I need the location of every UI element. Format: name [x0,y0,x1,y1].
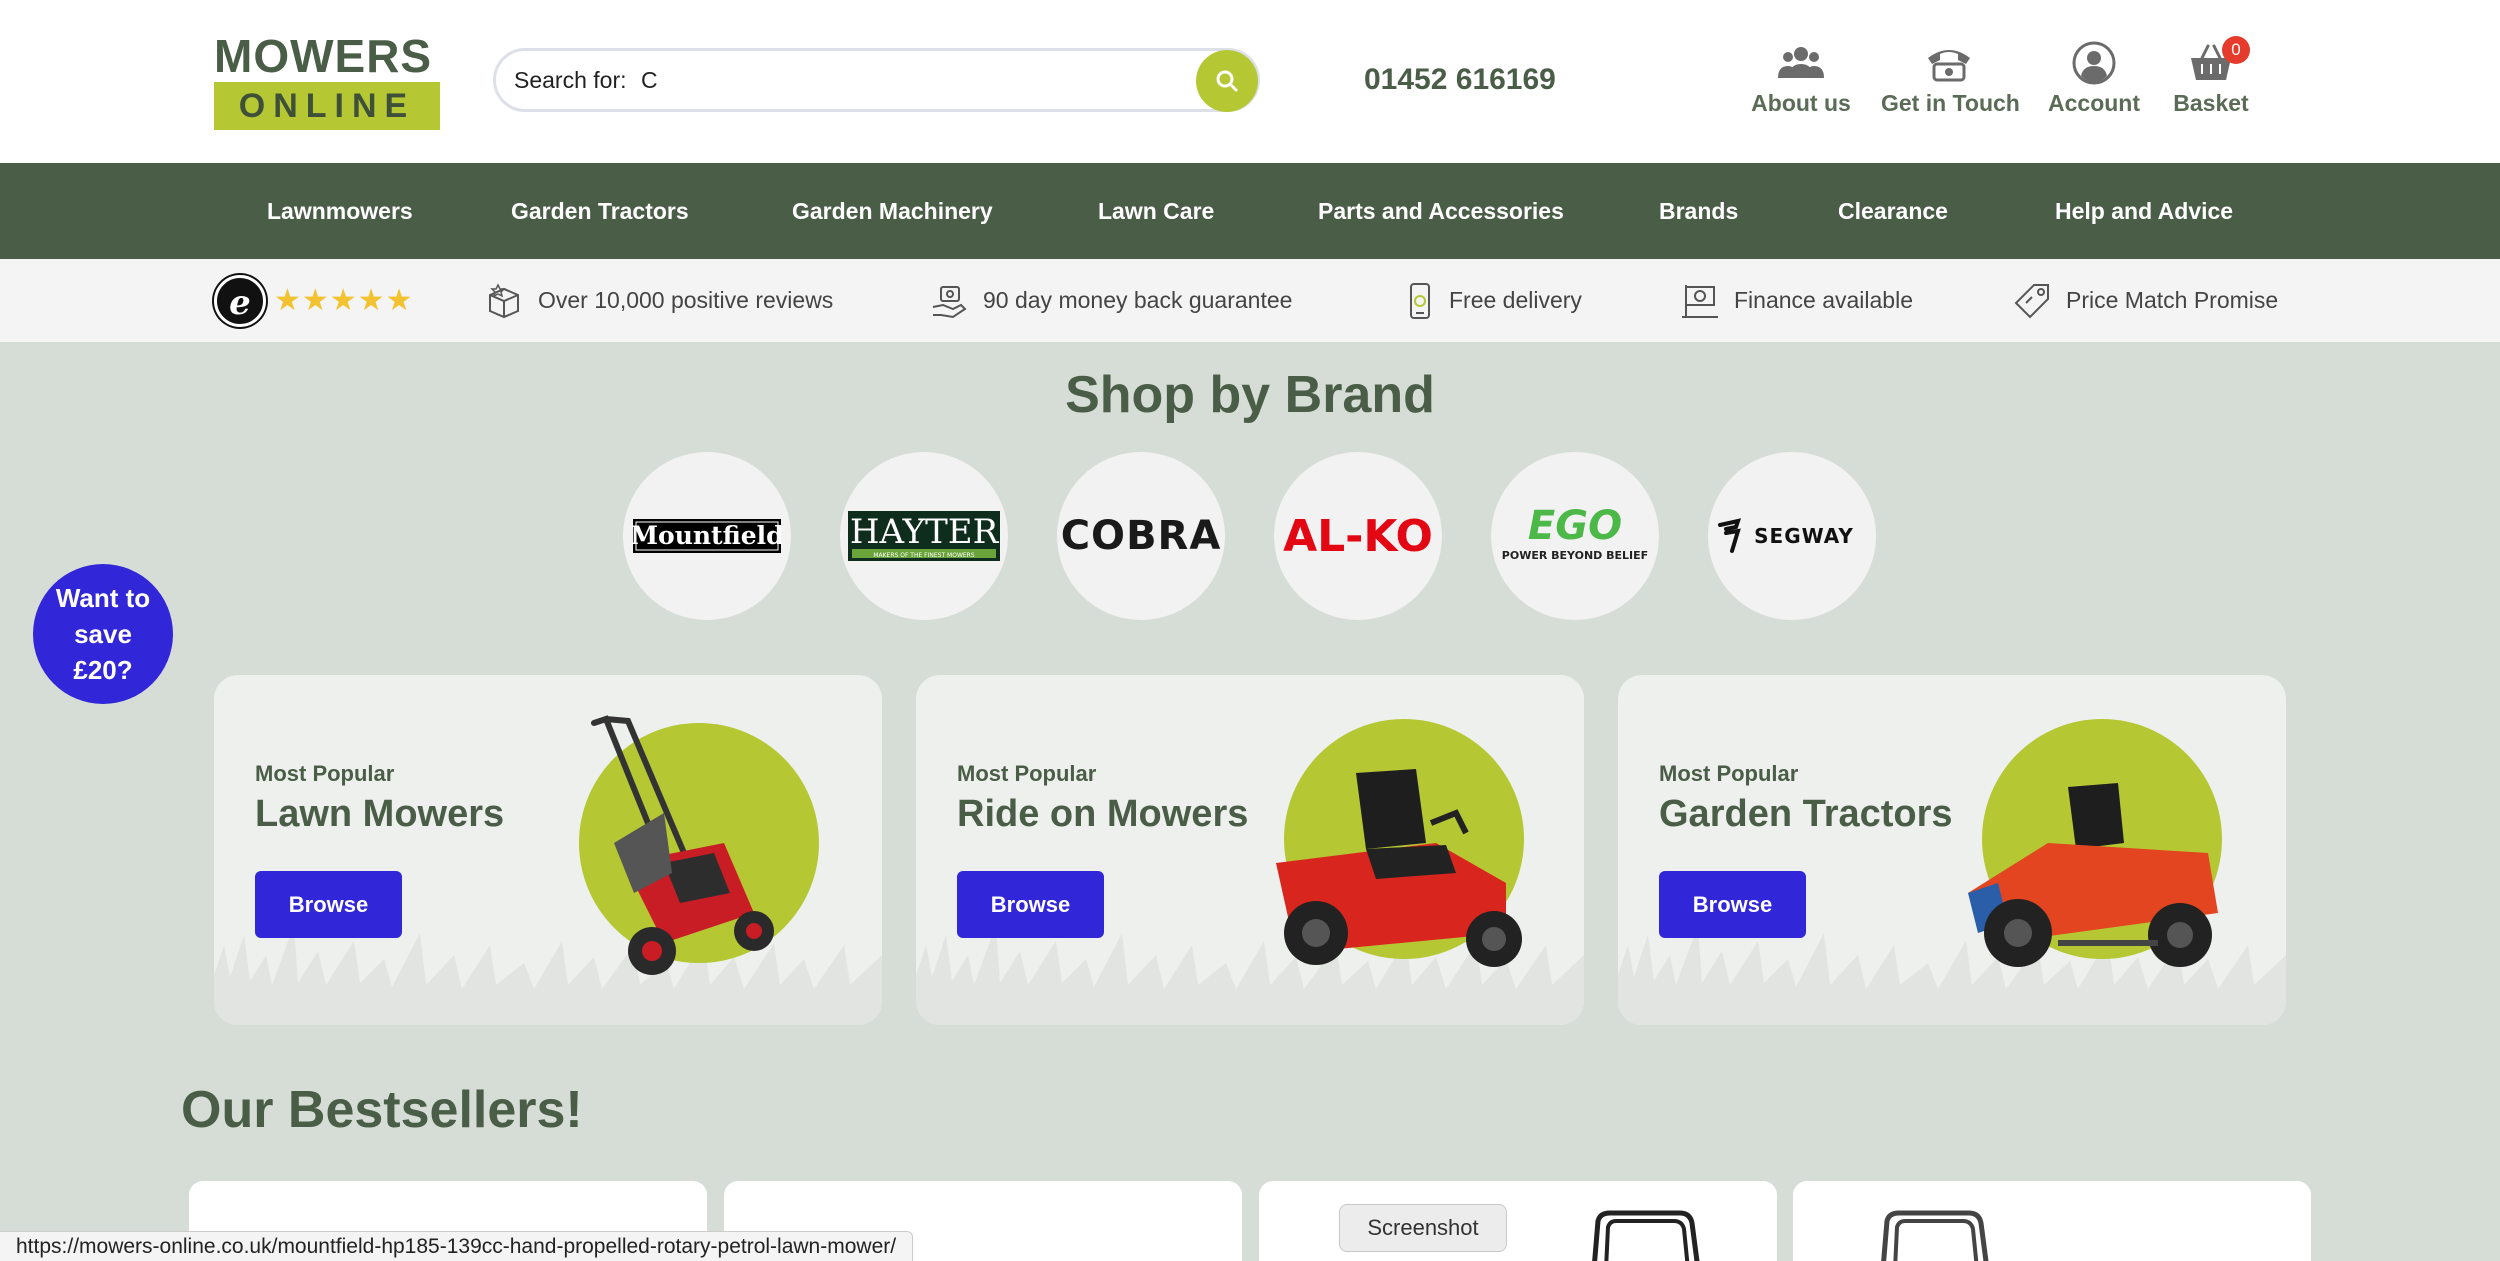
segway-logo: SEGWAY [1718,518,1854,553]
brand-ego[interactable]: EGO POWER BEYOND BELIEF [1491,452,1659,620]
site-logo[interactable]: MOWERS ONLINE [214,32,440,130]
usp-delivery: Free delivery [1405,259,1582,342]
segway-wordmark: SEGWAY [1754,524,1854,548]
category-card-ride-on-mowers[interactable]: Most Popular Ride on Mowers Browse [916,675,1584,1025]
browse-button[interactable]: Browse [957,871,1104,938]
screenshot-tooltip: Screenshot [1339,1204,1507,1252]
ride-on-mower-image [1276,769,1522,967]
nav-item-garden-tractors[interactable]: Garden Tractors [511,163,689,259]
user-icon [2072,41,2116,85]
card-kicker: Most Popular [1659,761,1799,786]
mobile-phone-icon [1410,282,1430,319]
brand-hayter[interactable]: HAYTER MAKERS OF THE FINEST MOWERS [840,452,1008,620]
usp-price-match: Price Match Promise [2012,259,2278,342]
ego-logo: EGOPOWER BEYOND BELIEF [1502,503,1648,562]
get-in-touch-link[interactable]: Get in Touch [1881,40,2020,120]
search-icon [1216,70,1238,92]
basket-label: Basket [2173,90,2249,116]
card-title: Lawn Mowers [255,793,505,835]
usp-delivery-text: Free delivery [1449,287,1582,313]
lawn-mower-image [591,715,774,975]
nav-item-help-advice[interactable]: Help and Advice [2055,163,2233,259]
browse-button[interactable]: Browse [1659,871,1806,938]
usp-reviews: Over 10,000 positive reviews [484,259,833,342]
get-in-touch-label: Get in Touch [1881,90,2020,116]
save-20-popup-button[interactable]: Want to save £20? [33,564,173,704]
finance-flag-icon [1682,284,1718,318]
group-icon [1778,47,1824,78]
card-kicker: Most Popular [957,761,1097,786]
search-button[interactable] [1196,50,1258,112]
main-nav: Lawnmowers Garden Tractors Garden Machin… [0,163,2500,259]
card-title: Garden Tractors [1659,793,1953,835]
ego-tagline: POWER BEYOND BELIEF [1502,549,1648,562]
search-prefix-label: Search for: [514,67,627,93]
ego-wordmark: EGO [1528,503,1622,549]
brand-mountfield[interactable]: Mountfield [623,452,791,620]
cobra-logo: COBRA [1061,513,1221,559]
card-title: Ride on Mowers [957,793,1249,835]
search-query-text: C [641,67,658,93]
rating-stars: ★★★★★ [274,284,414,317]
search-input[interactable]: Search for: C [493,48,1260,112]
usp-price-match-text: Price Match Promise [2066,287,2279,313]
category-card-lawn-mowers[interactable]: Most Popular Lawn Mowers Browse [214,675,882,1025]
money-back-icon [932,285,967,318]
nav-item-brands[interactable]: Brands [1659,163,1738,259]
price-tag-icon [2014,283,2049,318]
alko-wordmark: AL-KO [1283,511,1433,561]
logo-wordmark-bottom: ONLINE [214,82,440,130]
usp-reviews-text: Over 10,000 positive reviews [538,287,834,313]
trusted-shops-logo[interactable]: e [214,275,266,327]
hayter-tagline: MAKERS OF THE FINEST MOWERS [873,552,975,559]
nav-item-garden-machinery[interactable]: Garden Machinery [792,163,993,259]
shop-by-brand-heading: Shop by Brand [1065,366,1435,424]
nav-item-lawnmowers[interactable]: Lawnmowers [267,163,413,259]
basket-link[interactable]: Basket 0 [2172,36,2250,120]
card-kicker: Most Popular [255,761,395,786]
account-link[interactable]: Account [2042,40,2146,120]
nav-item-parts-accessories[interactable]: Parts and Accessories [1318,163,1564,259]
product-card[interactable] [1259,1181,1777,1261]
phone-number[interactable]: 01452 616169 [1364,58,1556,102]
garden-tractor-image [1968,783,2218,967]
usp-finance-text: Finance available [1734,287,1914,313]
brand-segway[interactable]: SEGWAY [1708,452,1876,620]
reviews-box-icon [489,282,519,318]
mountfield-wordmark: Mountfield [632,521,782,550]
category-card-garden-tractors[interactable]: Most Popular Garden Tractors Browse [1618,675,2286,1025]
alko-logo: AL-KO [1283,511,1433,561]
brand-cobra[interactable]: COBRA [1057,452,1225,620]
site-header: MOWERS ONLINE Search for: C 01452 616169… [0,0,2500,163]
nav-item-clearance[interactable]: Clearance [1838,163,1948,259]
usp-money-back: 90 day money back guarantee [929,259,1292,342]
status-bar-url: https://mowers-online.co.uk/mountfield-h… [0,1231,914,1261]
mower-handle-image [1881,1210,1989,1261]
mountfield-logo: Mountfield [632,519,782,553]
account-label: Account [2048,90,2140,116]
about-us-link[interactable]: About us [1750,40,1852,120]
browse-button[interactable]: Browse [255,871,402,938]
mower-handle-image [1592,1210,1700,1261]
basket-count-badge: 0 [2222,36,2250,64]
hayter-logo: HAYTERMAKERS OF THE FINEST MOWERS [848,511,1000,561]
bestsellers-heading: Our Bestsellers! [181,1081,583,1139]
hayter-wordmark: HAYTER [850,512,1000,552]
usp-finance: Finance available [1680,259,1913,342]
brand-alko[interactable]: AL-KO [1274,452,1442,620]
phone-icon [1928,50,1970,82]
usp-bar: e ★★★★★ Over 10,000 positive reviews 90 … [0,259,2500,342]
product-card[interactable] [1793,1181,2311,1261]
usp-money-back-text: 90 day money back guarantee [983,287,1293,313]
nav-item-lawn-care[interactable]: Lawn Care [1098,163,1214,259]
about-us-label: About us [1751,90,1851,116]
logo-wordmark-top: MOWERS [214,30,433,82]
cobra-wordmark: COBRA [1061,513,1221,559]
